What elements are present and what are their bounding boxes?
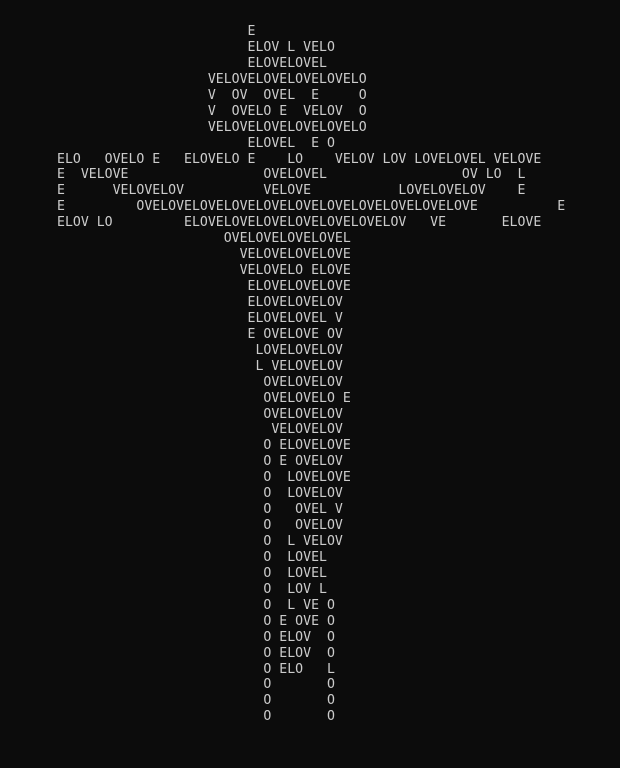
ascii-art-line: ELOV LO ELOVELOVELOVELOVELOVELOVELOV VE … (57, 215, 542, 231)
ascii-art-line: E OVELOVELOVELOVELOVELOVELOVELOVELOVELOV… (57, 199, 566, 215)
ascii-art-line: ELOVELOVELOVE (57, 279, 351, 294)
ascii-art-line: ELOVELOVEL V (57, 310, 343, 326)
ascii-art-line: O OVELOV (57, 518, 343, 534)
ascii-art-line: ELOV L VELO (57, 39, 335, 55)
ascii-art-line: V OV OVEL E O (57, 87, 367, 103)
ascii-art-line: O L VELOV (57, 534, 343, 549)
ascii-art-line: ELOVEL E O (57, 135, 335, 151)
ascii-art-cross: E ELOV L VELO ELOVELOVEL VELOVELOVELOVEL… (57, 24, 565, 725)
ascii-art-line: OVELOVELOVELOVEL (57, 231, 351, 247)
ascii-art-line: O ELOV O (57, 629, 335, 645)
ascii-art-line: E VELOVE OVELOVEL OV LO L (57, 167, 526, 183)
ascii-art-line: OVELOVELOV (57, 406, 343, 422)
ascii-art-line: E (57, 24, 256, 39)
ascii-art-line: O ELOV O (57, 645, 335, 661)
ascii-art-line: L VELOVELOV (57, 358, 343, 374)
ascii-art-line: VELOVELOVELOVELOVELO (57, 71, 367, 87)
ascii-art-line: E OVELOVE OV (57, 326, 343, 342)
ascii-art-line: O O (57, 709, 335, 725)
ascii-art-line: ELO OVELO E ELOVELO E LO VELOV LOV LOVEL… (57, 151, 542, 167)
ascii-art-line: O ELO L (57, 661, 335, 677)
ascii-art-line: VELOVELOV (57, 422, 343, 438)
ascii-art-line: O O (57, 677, 335, 693)
ascii-art-line: O E OVE O (57, 613, 335, 629)
ascii-art-line: O LOVELOVE (57, 470, 351, 486)
ascii-art-line: VELOVELOVELOVELOVELO (57, 119, 367, 135)
ascii-art-line: V OVELO E VELOV O (57, 103, 367, 119)
ascii-art-line: O LOVEL (57, 549, 327, 565)
ascii-art-line: O O (57, 693, 335, 709)
ascii-art-line: OVELOVELO E (57, 390, 351, 406)
ascii-art-line: OVELOVELOV (57, 374, 343, 390)
ascii-art-line: O ELOVELOVE (57, 438, 351, 454)
ascii-art-line: VELOVELOVELOVE (57, 247, 351, 263)
ascii-art-line: ELOVELOVELOV (57, 294, 343, 310)
ascii-art-line: O OVEL V (57, 502, 343, 518)
terminal-window: E ELOV L VELO ELOVELOVEL VELOVELOVELOVEL… (0, 0, 620, 768)
ascii-art-line: O E OVELOV (57, 454, 343, 470)
ascii-art-line: LOVELOVELOV (57, 342, 343, 358)
ascii-art-line: O L VE O (57, 597, 335, 613)
ascii-art-line: O LOVELOV (57, 486, 343, 502)
ascii-art-line: ELOVELOVEL (57, 55, 327, 71)
ascii-art-line: O LOV L (57, 581, 327, 597)
ascii-art-line: VELOVELO ELOVE (57, 263, 351, 279)
ascii-art-line: E VELOVELOV VELOVE LOVELOVELOV E (57, 183, 526, 199)
ascii-art-line: O LOVEL (57, 565, 327, 581)
